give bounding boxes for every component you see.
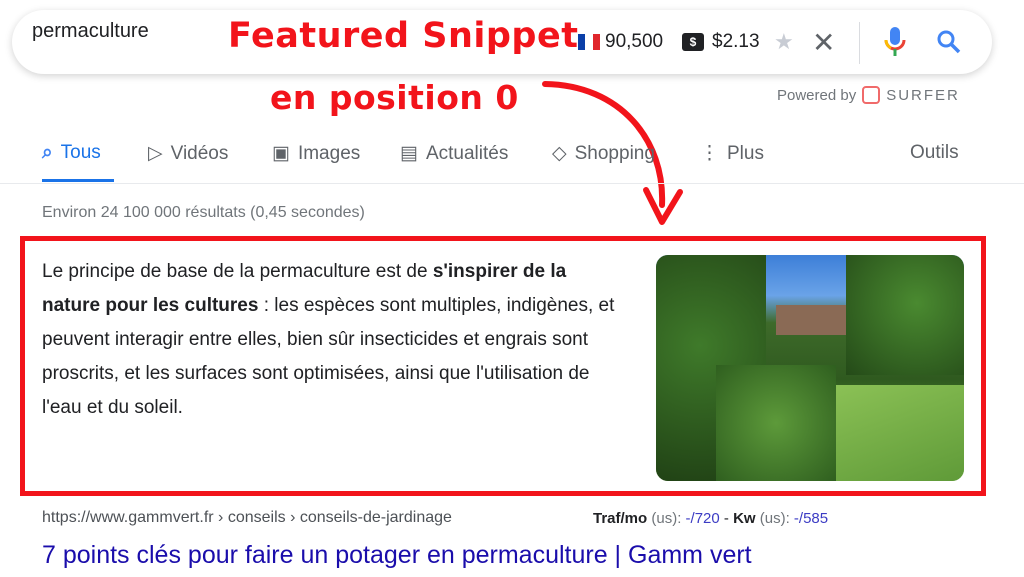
tools-button[interactable]: Outils [910,142,959,164]
snippet-pre: Le principe de base de la permaculture e… [42,261,433,282]
powered-by: Powered by SURFER [777,86,960,104]
kw-value: -/585 [793,510,829,527]
tab-tous[interactable]: ⌕ Tous [42,142,101,164]
result-url[interactable]: https://www.gammvert.fr › conseils › con… [42,509,452,527]
result-stats: Environ 24 100 000 résultats (0,45 secon… [42,204,365,221]
image-icon: ▣ [272,143,290,164]
tree-shape [846,255,964,375]
divider [0,183,1024,184]
result-title-link[interactable]: 7 points clés pour faire un potager en p… [42,541,752,570]
tab-actualites[interactable]: ▤ Actualités [400,142,508,165]
seo-metrics: Traf/mo (us): -/720 - Kw (us): -/585 [593,510,828,527]
video-icon: ▷ [148,143,163,164]
tab-videos[interactable]: ▷ Vidéos [148,142,228,165]
snippet-text: Le principe de base de la permaculture e… [42,255,622,425]
tab-images[interactable]: ▣ Images [272,142,360,165]
kw-unit: (us): [755,510,794,527]
tab-shopping[interactable]: ◇ Shopping [552,142,655,165]
surfer-logo-icon [862,86,881,104]
tab-label: Actualités [425,142,509,164]
tab-label: Images [297,142,361,164]
tab-label: Shopping [574,142,655,164]
active-tab-indicator [42,179,114,182]
surfer-brand: SURFER [886,86,960,104]
house-shape [776,305,856,335]
search-icon: ⌕ [42,142,53,163]
snippet-image[interactable] [656,255,964,481]
tab-label: Vidéos [170,142,229,164]
lawn-shape [826,385,964,481]
traf-value: -/720 [685,510,720,527]
news-icon: ▤ [400,143,418,164]
plants-shape [716,365,836,481]
powered-label: Powered by [777,86,857,104]
tab-label: Plus [727,142,764,164]
traf-unit: (us): [647,510,686,527]
kw-label: Kw [733,510,756,527]
separator: - [719,510,734,527]
more-icon: ⋮ [700,143,719,164]
tag-icon: ◇ [552,143,567,164]
traf-label: Traf/mo [593,510,648,527]
tab-label: Tous [60,142,101,163]
tab-plus[interactable]: ⋮ Plus [700,142,764,165]
